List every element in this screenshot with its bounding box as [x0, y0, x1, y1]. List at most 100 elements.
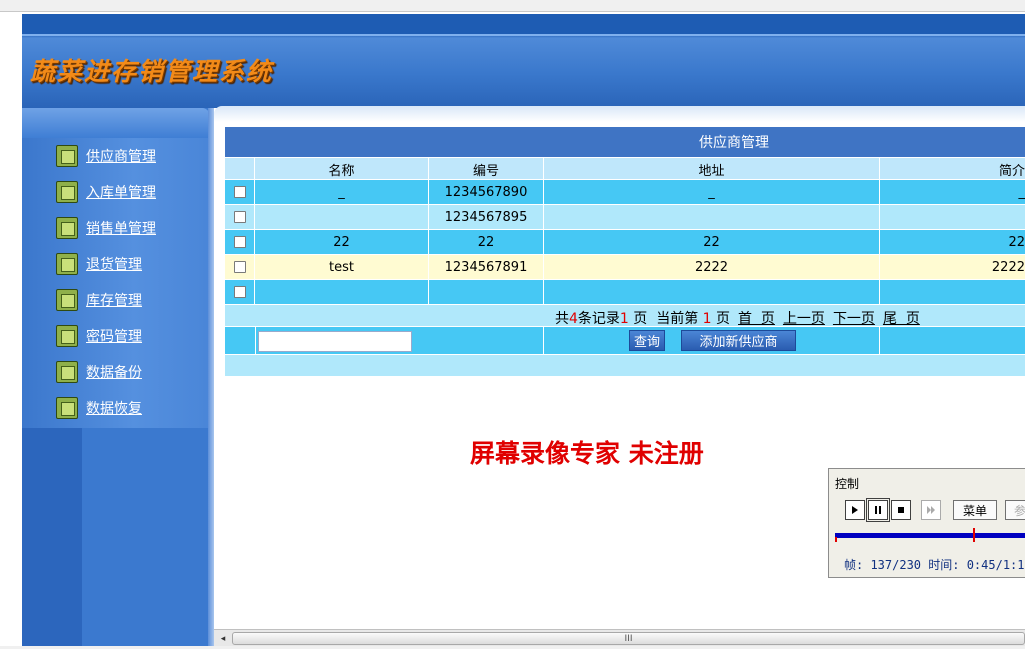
query-button[interactable]: 查询 — [629, 330, 665, 351]
row-checkbox[interactable] — [233, 186, 246, 198]
stop-icon[interactable] — [891, 500, 911, 520]
app-title: 蔬菜进存销管理系统 — [30, 57, 274, 86]
row-select[interactable] — [225, 205, 255, 229]
sidebar-item-backup[interactable]: 数据备份 — [56, 359, 142, 385]
header-code: 编号 — [429, 158, 544, 180]
pagination-text: 共4条记录1 页 当前第 1 页首 页上一页 下一页尾 页 — [555, 308, 920, 328]
search-row: 查询 添加新供应商 — [225, 326, 1025, 355]
header-divider — [22, 34, 1025, 36]
sidebar-item-password[interactable]: 密码管理 — [56, 323, 142, 349]
control-panel-title: 控制 — [835, 477, 860, 491]
control-menu-button[interactable]: 菜单 — [953, 500, 997, 520]
supplier-grid: 供应商管理 名称 编号 地址 简介 _ 1234567890 _ _ 12345… — [225, 127, 1025, 376]
grid-footer — [225, 354, 1025, 376]
page-count: 1 — [619, 311, 629, 327]
cell-address: 22 — [544, 230, 880, 254]
sidebar-item-supplier[interactable]: 供应商管理 — [56, 143, 156, 169]
header-intro: 简介 — [998, 163, 1025, 179]
pause-icon[interactable] — [866, 498, 890, 522]
header-select — [225, 158, 255, 180]
cell-code: 1234567890 — [429, 180, 544, 204]
record-count: 4 — [569, 311, 578, 327]
sidebar-item-stock-in[interactable]: 入库单管理 — [56, 179, 156, 205]
add-supplier-button[interactable]: 添加新供应商 — [681, 330, 796, 351]
grid-title-text: 供应商管理 — [699, 135, 769, 151]
document-icon — [56, 145, 78, 167]
last-page-link[interactable]: 尾 页 — [883, 311, 920, 327]
scrollbar-thumb[interactable]: III — [232, 632, 1025, 645]
grid-header-row: 名称 编号 地址 简介 — [225, 157, 1025, 180]
sidebar-item-returns[interactable]: 退货管理 — [56, 251, 142, 277]
first-page-link[interactable]: 首 页 — [738, 311, 775, 327]
control-params-button[interactable]: 参 — [1005, 500, 1025, 520]
row-select[interactable] — [225, 280, 255, 304]
sidebar-item-label[interactable]: 入库单管理 — [86, 182, 156, 202]
cell-intro: 2222 — [991, 259, 1025, 275]
table-row[interactable]: 1234567895 — [225, 204, 1025, 229]
row-checkbox[interactable] — [233, 211, 246, 223]
cell-intro: _ — [1018, 184, 1025, 200]
horizontal-scrollbar[interactable]: ◂ III — [214, 629, 1025, 646]
cell-code: 1234567891 — [429, 255, 544, 279]
cell-intro — [880, 205, 1025, 229]
cell-address: _ — [544, 180, 880, 204]
row-checkbox[interactable] — [233, 261, 246, 273]
cell-divider — [255, 327, 256, 355]
cell-code — [429, 280, 544, 304]
playback-position-marker[interactable] — [973, 528, 975, 542]
next-page-link[interactable]: 下一页 — [833, 311, 875, 327]
pagination: 共4条记录1 页 当前第 1 页首 页上一页 下一页尾 页 — [225, 304, 1025, 328]
sidebar-menu: 供应商管理 入库单管理 销售单管理 退货管理 库存管理 密码管理 数据备份 数据… — [22, 138, 208, 428]
table-row[interactable] — [225, 279, 1025, 304]
scrollbar-grip: III — [624, 633, 633, 644]
prev-page-link[interactable]: 上一页 — [783, 311, 825, 327]
cell-intro — [880, 280, 1025, 304]
play-icon[interactable] — [845, 500, 865, 520]
row-checkbox[interactable] — [233, 286, 246, 298]
cell-code: 22 — [429, 230, 544, 254]
pager-prefix: 共 — [555, 311, 569, 327]
cell-name: _ — [255, 180, 429, 204]
fast-forward-icon[interactable] — [921, 500, 941, 520]
table-row[interactable]: 22 22 22 22 — [225, 229, 1025, 254]
pager-records-suffix: 条记录 — [577, 311, 620, 327]
grid-title: 供应商管理 — [225, 127, 1025, 157]
document-icon — [56, 217, 78, 239]
sidebar-item-label[interactable]: 密码管理 — [86, 326, 142, 346]
document-icon — [56, 361, 78, 383]
current-page: 1 — [702, 311, 712, 327]
cell-divider — [543, 327, 544, 355]
table-row[interactable]: _ 1234567890 _ _ — [225, 179, 1025, 204]
sidebar-cap — [22, 108, 210, 138]
search-input[interactable] — [258, 331, 412, 352]
document-icon — [56, 181, 78, 203]
cell-intro: 22 — [1008, 234, 1025, 250]
sidebar-item-label[interactable]: 退货管理 — [86, 254, 142, 274]
sidebar-item-label[interactable]: 数据恢复 — [86, 398, 142, 418]
playback-status: 帧: 137/230 时间: 0:45/1:16 — [844, 558, 1025, 572]
cell-name — [255, 280, 429, 304]
cell-divider — [879, 327, 880, 355]
header-address: 地址 — [544, 158, 880, 180]
row-select[interactable] — [225, 255, 255, 279]
scroll-left-icon[interactable]: ◂ — [216, 632, 230, 645]
recorder-control-panel: 控制 菜单 参 帧: 137/230 时间: 0:45/1:16 — [828, 468, 1025, 578]
document-icon — [56, 325, 78, 347]
cell-name: 22 — [255, 230, 429, 254]
table-row[interactable]: test 1234567891 2222 2222 — [225, 254, 1025, 279]
cell-name: test — [255, 255, 429, 279]
playback-start-marker — [835, 537, 837, 542]
row-select[interactable] — [225, 180, 255, 204]
cell-name — [255, 205, 429, 229]
sidebar-item-label[interactable]: 销售单管理 — [86, 218, 156, 238]
row-checkbox[interactable] — [233, 236, 246, 248]
sidebar-item-label[interactable]: 库存管理 — [86, 290, 142, 310]
sidebar-item-label[interactable]: 数据备份 — [86, 362, 142, 382]
browser-top-strip — [0, 0, 1025, 12]
playback-progress-track[interactable] — [835, 533, 1025, 538]
sidebar-item-restore[interactable]: 数据恢复 — [56, 395, 142, 421]
sidebar-item-label[interactable]: 供应商管理 — [86, 146, 156, 166]
sidebar-item-inventory[interactable]: 库存管理 — [56, 287, 142, 313]
sidebar-item-sales[interactable]: 销售单管理 — [56, 215, 156, 241]
row-select[interactable] — [225, 230, 255, 254]
